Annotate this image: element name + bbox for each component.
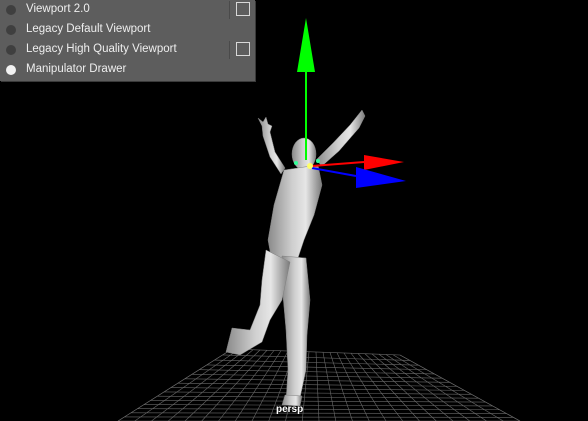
renderer-menu: Viewport 2.0 Legacy Default Viewport Leg… [0,0,255,81]
radio-button[interactable] [6,45,16,55]
camera-name-label: persp [276,404,304,415]
menu-item-label: Manipulator Drawer [26,63,127,75]
menu-item-manipulator-drawer[interactable]: Manipulator Drawer [0,60,255,80]
joint-marker [316,159,320,163]
option-box-icon[interactable] [236,42,250,56]
radio-button[interactable] [6,25,16,35]
joint-marker [294,161,298,165]
menu-item-label: Legacy Default Viewport [26,23,151,35]
menu-item-legacy-default[interactable]: Legacy Default Viewport [0,20,255,40]
character-model[interactable] [225,109,366,407]
radio-button[interactable] [6,5,16,15]
option-box-icon[interactable] [236,2,250,16]
menu-item-viewport-2[interactable]: Viewport 2.0 [0,0,255,20]
menu-item-legacy-high-quality[interactable]: Legacy High Quality Viewport [0,40,255,60]
menu-item-label: Viewport 2.0 [26,3,90,15]
manipulator-x-arrow[interactable] [364,155,404,170]
menu-divider [229,41,230,59]
radio-button-selected[interactable] [6,65,16,75]
menu-item-label: Legacy High Quality Viewport [26,43,177,55]
manipulator-z-arrow[interactable] [356,167,406,188]
ground-grid [117,348,521,421]
manipulator-y-arrow[interactable] [297,18,315,72]
menu-divider [229,1,230,19]
manipulator-center[interactable] [307,163,313,169]
